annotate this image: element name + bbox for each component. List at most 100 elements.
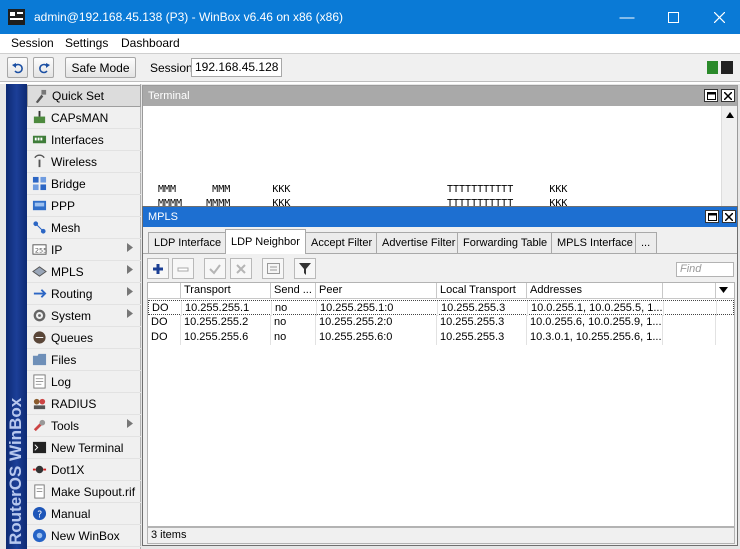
tab-advertise-filter[interactable]: Advertise Filter: [376, 232, 462, 253]
table-cell: 10.255.255.1: [182, 301, 272, 316]
sidebar-item-new-winbox[interactable]: New WinBox: [27, 525, 141, 547]
table-cell: DO: [148, 315, 181, 330]
sidebar-item-radius[interactable]: RADIUS: [27, 393, 141, 415]
terminal-window[interactable]: Terminal MMM MMM KKK TTTTTTTTTTT KKK MMM…: [142, 85, 738, 210]
redo-button[interactable]: [33, 57, 54, 78]
dot1x-icon: [31, 462, 47, 478]
sidebar-item-label: Wireless: [51, 154, 98, 169]
close-button[interactable]: [696, 0, 740, 34]
safe-mode-button[interactable]: Safe Mode: [65, 57, 136, 78]
table-row[interactable]: DO 10.255.255.6 no 10.255.255.6:0 10.255.255…: [148, 330, 734, 345]
supout-icon: [31, 484, 47, 500]
table-cell: 10.255.255.6: [181, 330, 271, 345]
close-icon: [724, 91, 732, 100]
sidebar-item-queues[interactable]: Queues: [27, 327, 141, 349]
sidebar-item-capsman[interactable]: CAPsMAN: [27, 107, 141, 129]
sidebar-item-routing[interactable]: Routing: [27, 283, 141, 305]
sidebar-item-make-supout-rif[interactable]: Make Supout.rif: [27, 481, 141, 503]
sidebar-item-system[interactable]: System: [27, 305, 141, 327]
mpls-title-bar[interactable]: MPLS: [143, 207, 737, 227]
sidebar-item-label: PPP: [51, 198, 76, 213]
comment-button[interactable]: [262, 258, 284, 279]
chevron-down-icon: [719, 287, 728, 293]
x-icon: [236, 263, 246, 274]
filter-button[interactable]: [294, 258, 316, 279]
quick-set-icon: [32, 88, 48, 104]
sidebar-item-interfaces[interactable]: Interfaces: [27, 129, 141, 151]
column-header-spare: [663, 283, 716, 299]
table-cell: DO: [149, 301, 182, 316]
sidebar-item-ppp[interactable]: PPP: [27, 195, 141, 217]
sidebar-item-label: Log: [51, 374, 72, 389]
sidebar-item-wireless[interactable]: Wireless: [27, 151, 141, 173]
comment-icon: [266, 263, 280, 274]
sidebar-item-log[interactable]: Log: [27, 371, 141, 393]
mpls-close-button[interactable]: [722, 210, 736, 223]
menu-settings[interactable]: Settings: [65, 36, 108, 50]
mpls-window[interactable]: MPLS LDP Interface LDP Neighbor Accept F…: [142, 206, 738, 546]
table-row[interactable]: DO 10.255.255.1 no 10.255.255.1:0 10.255.255…: [148, 300, 734, 316]
terminal-title-bar[interactable]: Terminal: [143, 86, 737, 106]
sidebar-item-label: Make Supout.rif: [51, 484, 136, 499]
menu-session[interactable]: Session: [11, 36, 54, 50]
sidebar-item-new-terminal[interactable]: New Terminal: [27, 437, 141, 459]
sidebar-item-mpls[interactable]: MPLS: [27, 261, 141, 283]
terminal-close-button[interactable]: [721, 89, 735, 102]
column-header-addresses[interactable]: Addresses: [527, 283, 663, 299]
sidebar-item-dot1x[interactable]: Dot1X: [27, 459, 141, 481]
table-cell: 10.255.255.2: [181, 315, 271, 330]
terminal-maximize-button[interactable]: [704, 89, 718, 102]
sidebar-item-bridge[interactable]: Bridge: [27, 173, 141, 195]
remove-button[interactable]: [172, 258, 194, 279]
column-header-transport[interactable]: Transport: [181, 283, 271, 299]
column-header-local-transport[interactable]: Local Transport: [437, 283, 527, 299]
terminal-line: MMMM MMMM KKK TTTTTTTTTTT KKK: [158, 198, 568, 206]
sidebar-item-tools[interactable]: Tools: [27, 415, 141, 437]
tab-mpls-interface[interactable]: MPLS Interface: [551, 232, 639, 253]
tab-forwarding-table[interactable]: Forwarding Table: [457, 232, 554, 253]
sidebar-item-label: Queues: [51, 330, 94, 345]
sidebar-item-ip[interactable]: 255 IP: [27, 239, 141, 261]
sidebar-item-quick-set[interactable]: Quick Set: [27, 85, 141, 107]
column-header-send[interactable]: Send ...: [271, 283, 316, 299]
table-cell: no: [271, 330, 316, 345]
sidebar-item-label: Routing: [51, 286, 93, 301]
sidebar-item-label: Tools: [51, 418, 80, 433]
tab-more[interactable]: ...: [635, 232, 657, 253]
sidebar-item-files[interactable]: Files: [27, 349, 141, 371]
minimize-button[interactable]: —: [604, 0, 650, 34]
check-icon: [209, 263, 221, 275]
maximize-button[interactable]: [650, 0, 696, 34]
table-row[interactable]: DO 10.255.255.2 no 10.255.255.2:0 10.255.255…: [148, 315, 734, 330]
undo-button[interactable]: [7, 57, 28, 78]
sidebar-item-label: Interfaces: [51, 132, 104, 147]
sidebar-item-manual[interactable]: ? Manual: [27, 503, 141, 525]
bridge-icon: [31, 176, 47, 192]
disable-button[interactable]: [230, 258, 252, 279]
sidebar-item-label: RADIUS: [51, 396, 97, 411]
mesh-icon: [31, 220, 47, 236]
find-input[interactable]: Find: [676, 262, 734, 277]
add-button[interactable]: [147, 258, 169, 279]
terminal-icon: [31, 440, 47, 456]
column-menu-button[interactable]: [716, 283, 734, 299]
sidebar-item-label: Manual: [51, 506, 91, 521]
ldp-neighbor-table: Transport Send ... Peer Local Transport …: [147, 282, 735, 527]
close-icon: [713, 11, 725, 23]
tab-ldp-neighbor[interactable]: LDP Neighbor: [225, 229, 306, 254]
mpls-maximize-button[interactable]: [705, 210, 719, 223]
tab-accept-filter[interactable]: Accept Filter: [305, 232, 379, 253]
column-header-flags[interactable]: [148, 283, 181, 299]
system-icon: [31, 308, 47, 324]
table-cell-empty: [663, 315, 716, 330]
terminal-line: MMM MMM KKK TTTTTTTTTTT KKK: [158, 184, 568, 195]
svg-text:255: 255: [34, 246, 46, 254]
svg-text:?: ?: [37, 509, 42, 520]
enable-button[interactable]: [204, 258, 226, 279]
menu-dashboard[interactable]: Dashboard: [121, 36, 180, 50]
tab-ldp-interface[interactable]: LDP Interface: [148, 232, 228, 253]
sidebar-item-mesh[interactable]: Mesh: [27, 217, 141, 239]
column-header-peer[interactable]: Peer: [316, 283, 437, 299]
terminal-scrollbar[interactable]: [721, 106, 737, 210]
maximize-icon: [667, 11, 679, 23]
